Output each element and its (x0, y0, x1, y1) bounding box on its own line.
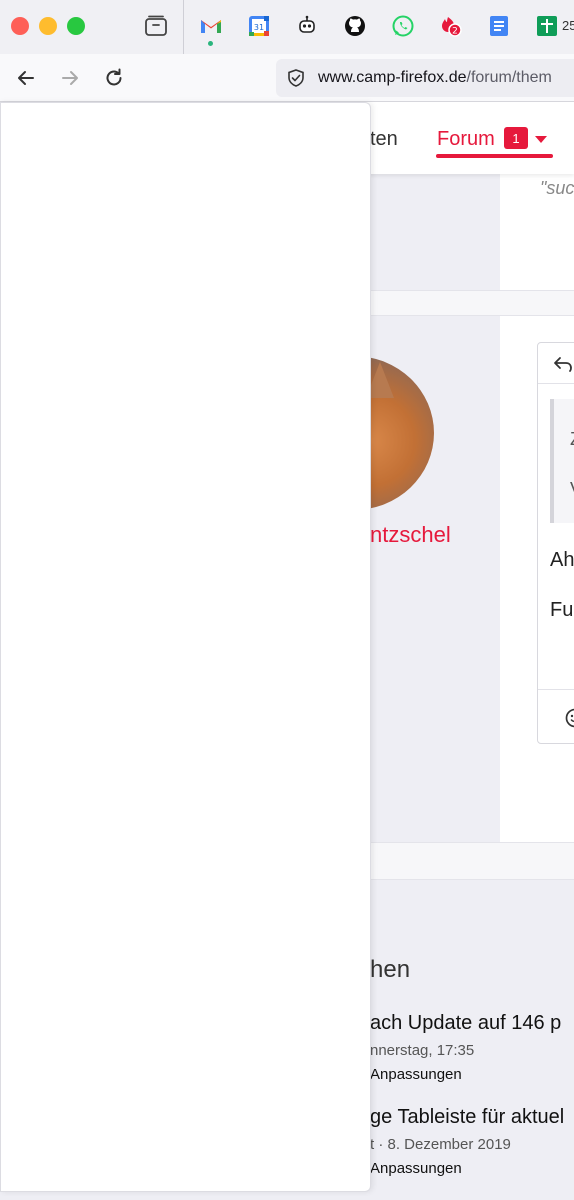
chatbot-icon[interactable] (295, 14, 319, 38)
chevron-down-icon[interactable] (535, 136, 547, 143)
url-text: www.camp-firefox.de/forum/them (318, 69, 552, 87)
nav-item-partial[interactable]: ten (370, 128, 398, 151)
calendar-date-label: 31 (254, 23, 264, 32)
toolbar-separator (183, 0, 184, 54)
related-topic-meta: nnerstag, 17:35 (370, 1042, 475, 1059)
post-body: Z V Ah Fu (537, 342, 574, 744)
arrow-right-icon (62, 71, 78, 85)
quoted-text-block: Z V (550, 399, 574, 523)
url-bar[interactable]: www.camp-firefox.de/forum/them (276, 59, 574, 97)
google-sheets-icon[interactable] (535, 14, 559, 38)
gmail-icon[interactable] (199, 14, 223, 46)
reply-icon[interactable] (552, 355, 574, 373)
google-docs-icon[interactable] (487, 14, 511, 38)
active-nav-underline (436, 154, 553, 158)
notifications-icon[interactable]: 2 (439, 14, 463, 38)
arrow-left-icon (18, 71, 34, 85)
reload-button[interactable] (100, 64, 128, 92)
quote-fragment: "suc (540, 178, 574, 198)
quote-line: Z (570, 429, 574, 450)
google-calendar-icon[interactable]: 31 (247, 14, 271, 38)
related-topic-title[interactable]: ach Update auf 146 p (370, 1012, 561, 1035)
post-text-line: Fu (550, 599, 574, 621)
divider (538, 383, 574, 384)
window-minimize-button[interactable] (39, 17, 57, 35)
related-topic-category[interactable]: Anpassungen (370, 1066, 462, 1083)
github-icon[interactable] (343, 14, 367, 38)
back-button[interactable] (12, 64, 40, 92)
sheets-tab-label: 25 (562, 18, 574, 33)
shield-icon (288, 69, 304, 87)
related-topics-heading: hen (370, 956, 411, 983)
active-tab-dot (208, 41, 213, 46)
reaction-smiley-icon[interactable] (564, 707, 574, 729)
post-text-line: Ah (550, 549, 574, 571)
related-topic-category[interactable]: Anpassungen (370, 1160, 462, 1177)
related-topic-title[interactable]: ge Tableiste für aktuel (370, 1106, 564, 1129)
forum-notification-badge: 1 (504, 127, 528, 149)
window-close-button[interactable] (11, 17, 29, 35)
notification-badge: 2 (452, 27, 458, 37)
divider (538, 689, 574, 690)
nav-item-forum[interactable]: Forum (437, 128, 495, 151)
browser-titlebar: 31 2 25 (0, 0, 574, 54)
tab-overview-icon[interactable] (144, 15, 168, 37)
post-author-name[interactable]: ntzschel (370, 522, 451, 548)
side-panel[interactable] (0, 102, 371, 1192)
quote-line: V (570, 479, 574, 500)
window-maximize-button[interactable] (67, 17, 85, 35)
reload-icon (106, 68, 122, 86)
url-path: /forum/them (466, 69, 552, 86)
forward-button[interactable] (56, 64, 84, 92)
related-topic-meta: t · 8. Dezember 2019 (370, 1136, 511, 1153)
url-domain: www.camp-firefox.de (318, 69, 467, 86)
whatsapp-icon[interactable] (391, 14, 415, 38)
browser-navbar: www.camp-firefox.de/forum/them (0, 54, 574, 102)
